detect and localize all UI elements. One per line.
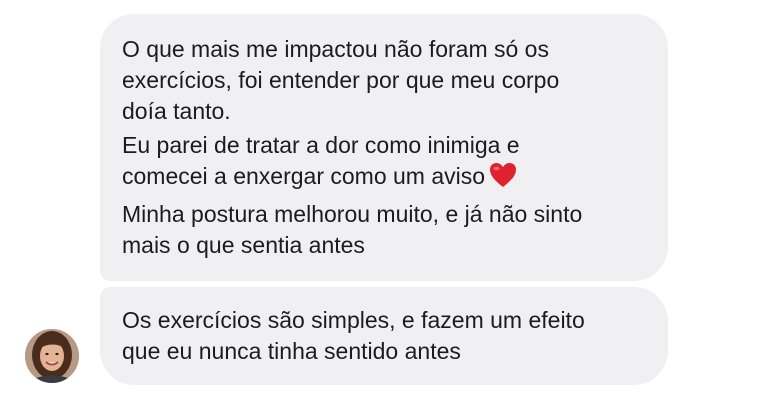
message-text-line: doía tanto. [122, 98, 231, 124]
message-text-line: exercícios, foi entender por que meu cor… [122, 67, 560, 93]
message-paragraph: Eu parei de tratar a dor como inimiga e … [122, 130, 648, 196]
message-paragraph: O que mais me impactou não foram só os e… [122, 34, 648, 127]
message-text-line: Minha postura melhorou muito, e já não s… [122, 201, 583, 227]
message-text-line: mais o que sentia antes [122, 232, 365, 258]
message-paragraph: Os exercícios são simples, e fazem um ef… [122, 305, 648, 367]
message-paragraph: Minha postura melhorou muito, e já não s… [122, 199, 648, 261]
message-text-line: O que mais me impactou não foram só os [122, 36, 549, 62]
message-text-line: que eu nunca tinha sentido antes [122, 338, 461, 364]
message-text: comecei a enxergar como um aviso [122, 163, 486, 189]
message-bubble[interactable]: Os exercícios são simples, e fazem um ef… [100, 287, 668, 385]
message-bubble[interactable]: O que mais me impactou não foram só os e… [100, 14, 668, 281]
message-text-line: Eu parei de tratar a dor como inimiga e [122, 132, 520, 158]
message-text-line-with-emoji: comecei a enxergar como um aviso [122, 161, 648, 196]
user-avatar-photo-icon [25, 329, 79, 383]
message-text-line: Os exercícios são simples, e fazem um ef… [122, 307, 585, 333]
avatar[interactable] [25, 329, 79, 383]
red-heart-icon [489, 162, 517, 196]
